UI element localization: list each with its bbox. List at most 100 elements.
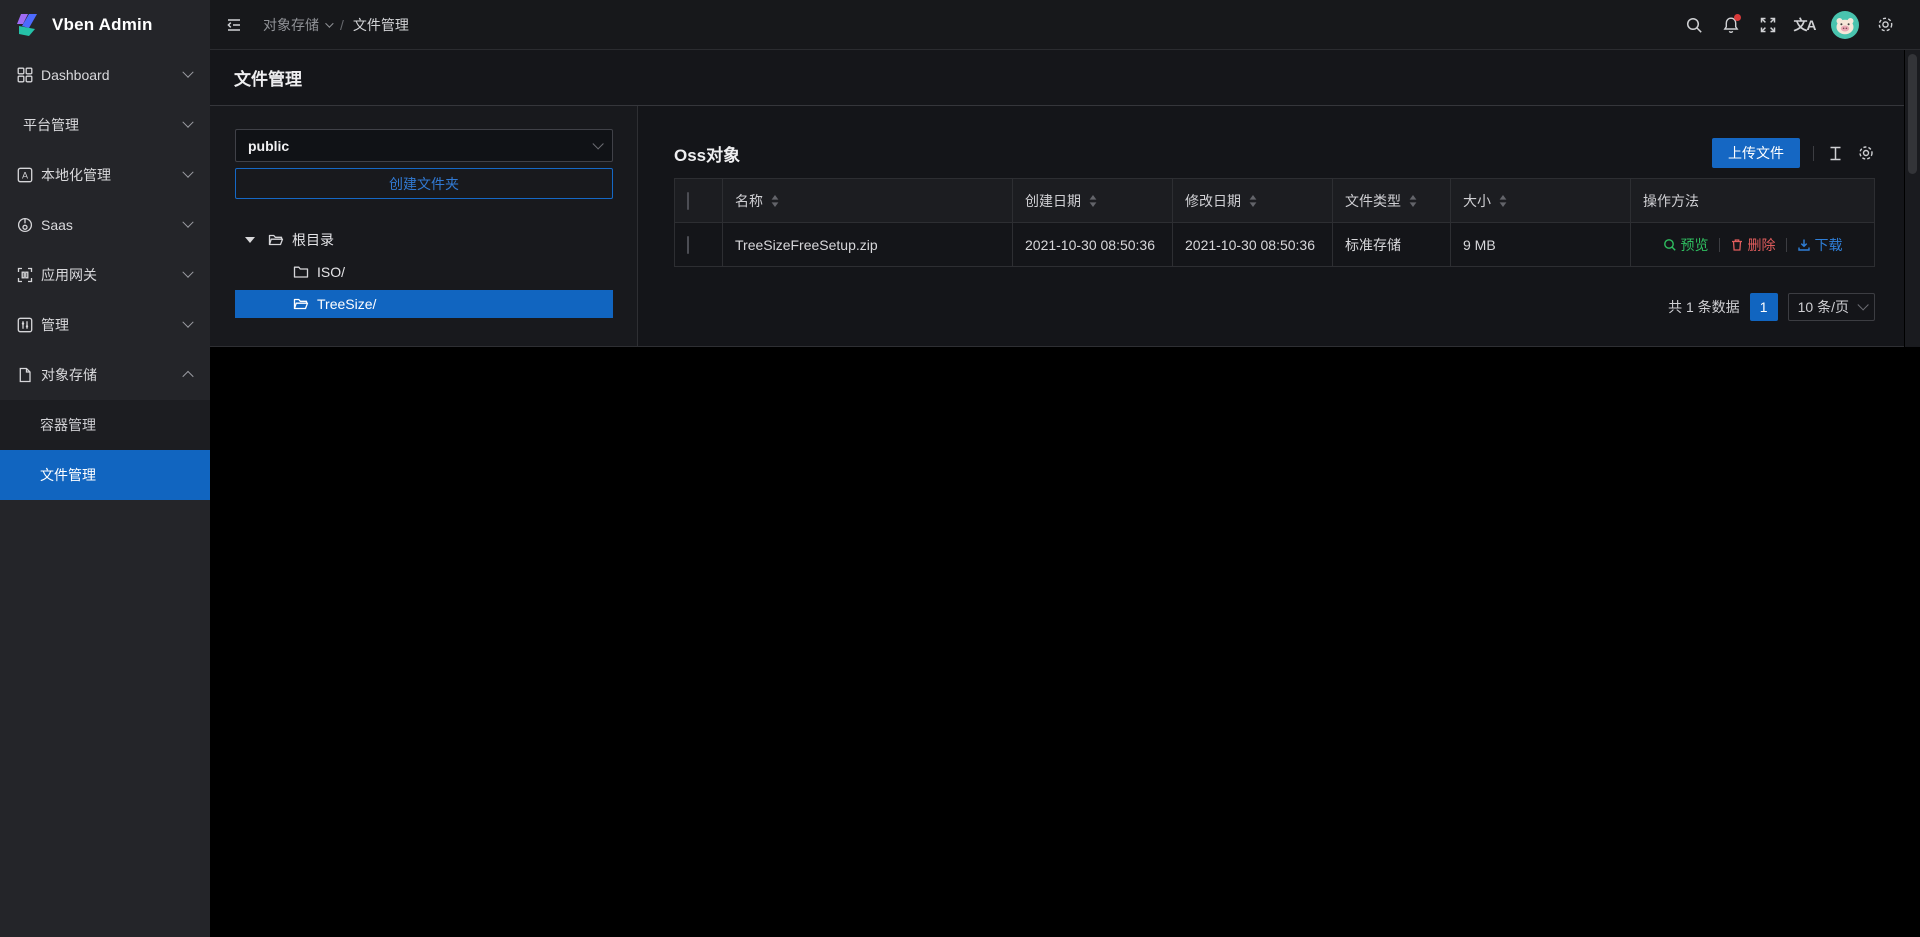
page-size-value: 10 条/页 [1798, 297, 1849, 317]
menu-fold-icon[interactable] [225, 16, 243, 34]
create-folder-button[interactable]: 创建文件夹 [235, 168, 613, 199]
sidebar-item-label: 对象存储 [41, 365, 184, 385]
sidebar-item-file-management[interactable]: 文件管理 [0, 450, 210, 500]
oss-table-panel: Oss对象 上传文件 [638, 106, 1904, 346]
tree-node-label: ISO/ [317, 264, 345, 280]
delete-button[interactable]: 删除 [1730, 235, 1776, 255]
breadcrumb-parent[interactable]: 对象存储 [263, 15, 331, 35]
settings-gear-icon[interactable] [1867, 0, 1904, 50]
content-card: public 创建文件夹 根目录 [210, 105, 1904, 347]
page-size-select[interactable]: 10 条/页 [1788, 293, 1875, 321]
sidebar-item-label: 应用网关 [41, 265, 184, 285]
pagination-total: 共 1 条数据 [1668, 297, 1740, 317]
tree-node-root[interactable]: 根目录 [235, 226, 613, 254]
sidebar-item-container-management[interactable]: 容器管理 [0, 400, 210, 450]
sidebar: Vben Admin Dashboard 平台管理 A [0, 0, 210, 937]
sidebar-item-label: 平台管理 [23, 115, 184, 135]
table-row: TreeSizeFreeSetup.zip 2021-10-30 08:50:3… [675, 223, 1875, 267]
page-title: 文件管理 [234, 65, 302, 90]
sidebar-item-platform[interactable]: 平台管理 [0, 100, 210, 150]
action-divider [1786, 238, 1787, 252]
sort-icon[interactable] [1499, 195, 1507, 207]
row-checkbox[interactable] [687, 236, 689, 254]
sort-icon[interactable] [1249, 195, 1257, 207]
chevron-down-icon [592, 138, 603, 149]
user-avatar[interactable] [1823, 0, 1867, 50]
chevron-down-icon [182, 67, 193, 78]
sidebar-item-object-storage[interactable]: 对象存储 [0, 350, 210, 400]
gateway-icon [17, 267, 33, 283]
toolbar-divider [1813, 146, 1814, 161]
column-header-created[interactable]: 创建日期 [1013, 179, 1173, 223]
header-actions: 文A [1675, 0, 1920, 50]
column-header-actions: 操作方法 [1631, 179, 1875, 223]
sidebar-item-label: 容器管理 [40, 415, 96, 435]
page-number-1[interactable]: 1 [1750, 293, 1778, 321]
top-header: 对象存储 / 文件管理 文A [210, 0, 1920, 50]
bucket-select[interactable]: public [235, 129, 613, 162]
column-header-name[interactable]: 名称 [723, 179, 1013, 223]
tree-node-iso[interactable]: ISO/ [235, 258, 613, 286]
sidebar-item-saas[interactable]: Saas [0, 200, 210, 250]
logo[interactable]: Vben Admin [0, 0, 210, 50]
row-height-icon[interactable] [1827, 145, 1844, 162]
saas-icon [17, 217, 33, 233]
table-header-row: 名称 创建日期 [675, 179, 1875, 223]
chevron-up-icon [182, 371, 193, 382]
folder-tree: 根目录 ISO/ TreeSize/ [235, 226, 613, 318]
table-tools: 上传文件 [1712, 138, 1875, 168]
cell-file-size: 9 MB [1451, 223, 1631, 267]
sidebar-item-dashboard[interactable]: Dashboard [0, 50, 210, 100]
chevron-down-icon [1857, 299, 1868, 310]
scrollbar-thumb[interactable] [1908, 54, 1917, 174]
search-icon[interactable] [1675, 0, 1712, 50]
column-header-modified[interactable]: 修改日期 [1173, 179, 1333, 223]
breadcrumb: 对象存储 / 文件管理 [263, 15, 409, 35]
download-button[interactable]: 下载 [1797, 235, 1843, 255]
sidebar-item-label: 文件管理 [40, 465, 96, 485]
tree-node-treesize[interactable]: TreeSize/ [235, 290, 613, 318]
oss-table: 名称 创建日期 [674, 178, 1875, 267]
upload-file-button[interactable]: 上传文件 [1712, 138, 1800, 168]
select-all-checkbox[interactable] [687, 192, 689, 210]
column-header-type[interactable]: 文件类型 [1333, 179, 1451, 223]
fullscreen-icon[interactable] [1749, 0, 1786, 50]
object-storage-submenu: 容器管理 文件管理 [0, 400, 210, 500]
scrollbar-track[interactable] [1905, 50, 1920, 347]
cell-modified-date: 2021-10-30 08:50:36 [1173, 223, 1333, 267]
breadcrumb-separator: / [340, 17, 344, 33]
cell-file-type: 标准存储 [1333, 223, 1451, 267]
folder-open-icon [293, 296, 309, 312]
translate-icon[interactable]: 文A [1786, 0, 1823, 50]
bucket-select-value: public [248, 138, 289, 154]
column-header-size[interactable]: 大小 [1451, 179, 1631, 223]
sort-icon[interactable] [1409, 195, 1417, 207]
sliders-icon [17, 317, 33, 333]
sidebar-item-localization[interactable]: A 本地化管理 [0, 150, 210, 200]
main-menu: Dashboard 平台管理 A 本地化管理 Saas [0, 50, 210, 500]
column-settings-gear-icon[interactable] [1857, 144, 1875, 162]
sidebar-item-gateway[interactable]: 应用网关 [0, 250, 210, 300]
pagination: 共 1 条数据 1 10 条/页 [674, 293, 1875, 321]
folder-open-icon [268, 232, 284, 248]
sort-icon[interactable] [771, 195, 779, 207]
app-title: Vben Admin [52, 15, 153, 35]
svg-text:A: A [22, 170, 28, 180]
row-actions: 预览 删除 [1643, 235, 1862, 255]
action-divider [1719, 238, 1720, 252]
document-icon [17, 367, 33, 383]
chevron-down-icon [182, 217, 193, 228]
notification-badge [1734, 14, 1741, 21]
breadcrumb-current: 文件管理 [353, 15, 409, 35]
sort-icon[interactable] [1089, 195, 1097, 207]
notification-bell-icon[interactable] [1712, 0, 1749, 50]
caret-down-icon[interactable] [245, 237, 255, 243]
page-header: 文件管理 [210, 50, 1904, 105]
localization-icon: A [17, 167, 33, 183]
sidebar-item-label: 本地化管理 [41, 165, 184, 185]
cell-created-date: 2021-10-30 08:50:36 [1013, 223, 1173, 267]
tree-node-label: 根目录 [292, 230, 334, 250]
preview-button[interactable]: 预览 [1663, 235, 1709, 255]
tree-node-label: TreeSize/ [317, 296, 376, 312]
sidebar-item-management[interactable]: 管理 [0, 300, 210, 350]
